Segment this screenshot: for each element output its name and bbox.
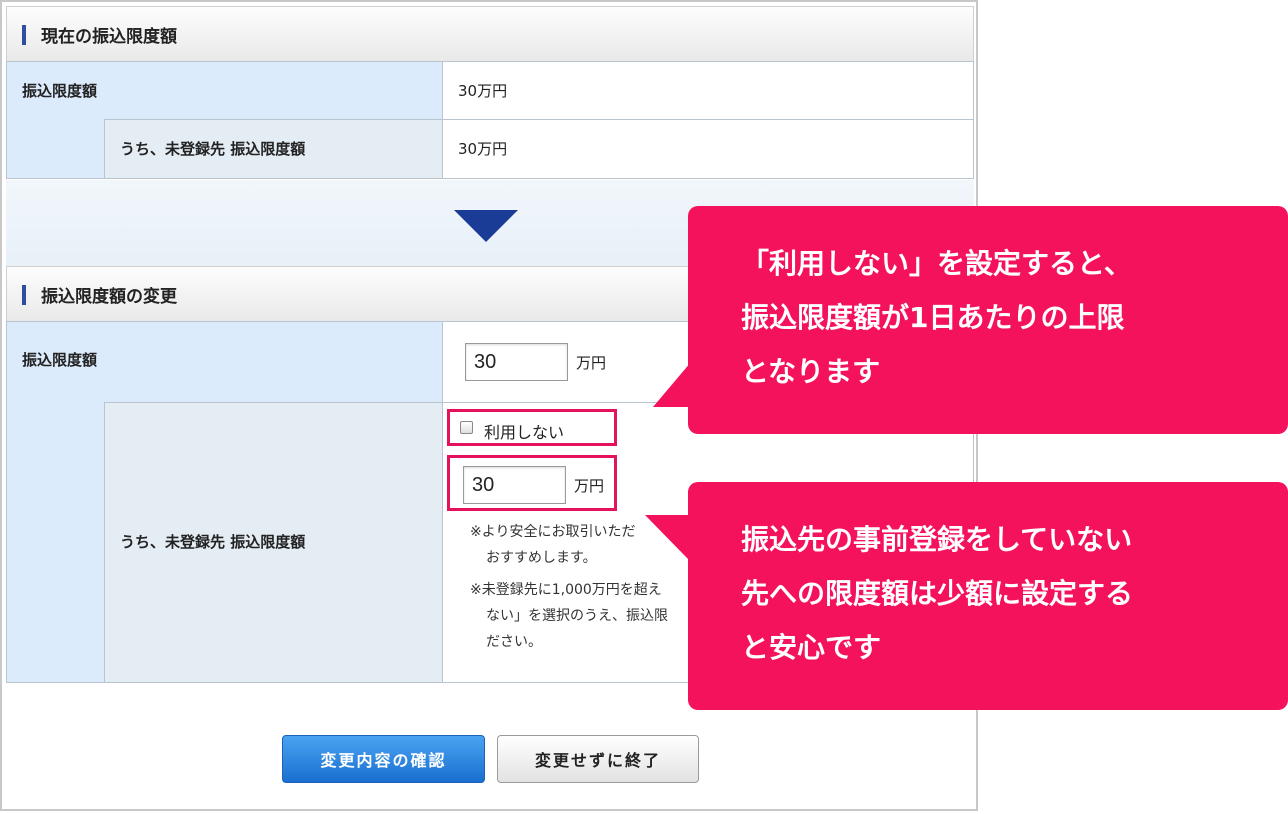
current-limit-header: 現在の振込限度額: [6, 6, 974, 62]
note-line: ※より安全にお取引いただ: [470, 524, 636, 540]
change-indent-cell: [6, 402, 105, 683]
callout-line: となります: [741, 355, 881, 388]
current-unreg-label: うち、未登録先 振込限度額: [120, 140, 306, 158]
confirm-changes-button[interactable]: 変更内容の確認: [282, 735, 485, 783]
current-limit-title: 現在の振込限度額: [41, 27, 177, 47]
current-limit-label-cell: 振込限度額: [6, 61, 443, 120]
change-unreg-label-cell: うち、未登録先 振込限度額: [104, 402, 443, 683]
current-indent-cell: [6, 119, 105, 179]
callout-line: 先への限度額は少額に設定する: [741, 577, 1134, 610]
change-limit-label-cell: 振込限度額: [6, 321, 443, 403]
callout-line: 振込先の事前登録をしていない: [741, 523, 1133, 556]
security-note: ※より安全にお取引いただ おすすめします。: [470, 519, 635, 571]
note-line: ない」を選択のうえ、振込限: [486, 608, 668, 624]
limit-amount-input[interactable]: [465, 343, 568, 381]
current-unreg-value: 30万円: [458, 140, 508, 158]
section-accent-bar: [22, 285, 26, 305]
limit-unit-label: 万円: [576, 354, 607, 372]
callout-line: 振込限度額が1日あたりの上限: [741, 301, 1125, 334]
current-unreg-label-cell: うち、未登録先 振込限度額: [104, 119, 443, 179]
note-line: ださい。: [486, 634, 542, 650]
current-limit-value-cell: 30万円: [442, 61, 974, 120]
unreg-amount-highlight: 万円: [447, 455, 617, 511]
note-line: おすすめします。: [486, 550, 597, 566]
callout-unregistered-advice: 振込先の事前登録をしていない 先への限度額は少額に設定する と安心です: [688, 482, 1288, 710]
not-use-highlight: 利用しない: [447, 409, 617, 446]
down-arrow-icon: [454, 210, 518, 242]
callout-tail: [645, 515, 689, 560]
callout-tail: [653, 362, 691, 407]
unreg-amount-input[interactable]: [463, 466, 566, 504]
not-use-label: 利用しない: [484, 423, 565, 442]
change-limit-title: 振込限度額の変更: [41, 287, 177, 307]
change-limit-label: 振込限度額: [22, 351, 98, 369]
current-limit-label: 振込限度額: [22, 82, 98, 100]
note-line: ※未登録先に1,000万円を超え: [470, 582, 662, 598]
current-unreg-value-cell: 30万円: [442, 119, 974, 179]
unreg-unit-label: 万円: [574, 477, 605, 495]
not-use-checkbox[interactable]: [460, 421, 473, 434]
callout-line: 「利用しない」を設定すると、: [741, 247, 1132, 280]
callout-not-use: 「利用しない」を設定すると、 振込限度額が1日あたりの上限 となります: [688, 206, 1288, 434]
callout-line: と安心です: [741, 631, 882, 664]
current-limit-value: 30万円: [458, 82, 508, 100]
section-accent-bar: [22, 25, 26, 45]
exit-without-change-button[interactable]: 変更せずに終了: [497, 735, 699, 783]
limit-exceed-note: ※未登録先に1,000万円を超え ない」を選択のうえ、振込限 ださい。: [470, 577, 668, 655]
change-unreg-label: うち、未登録先 振込限度額: [120, 533, 306, 551]
